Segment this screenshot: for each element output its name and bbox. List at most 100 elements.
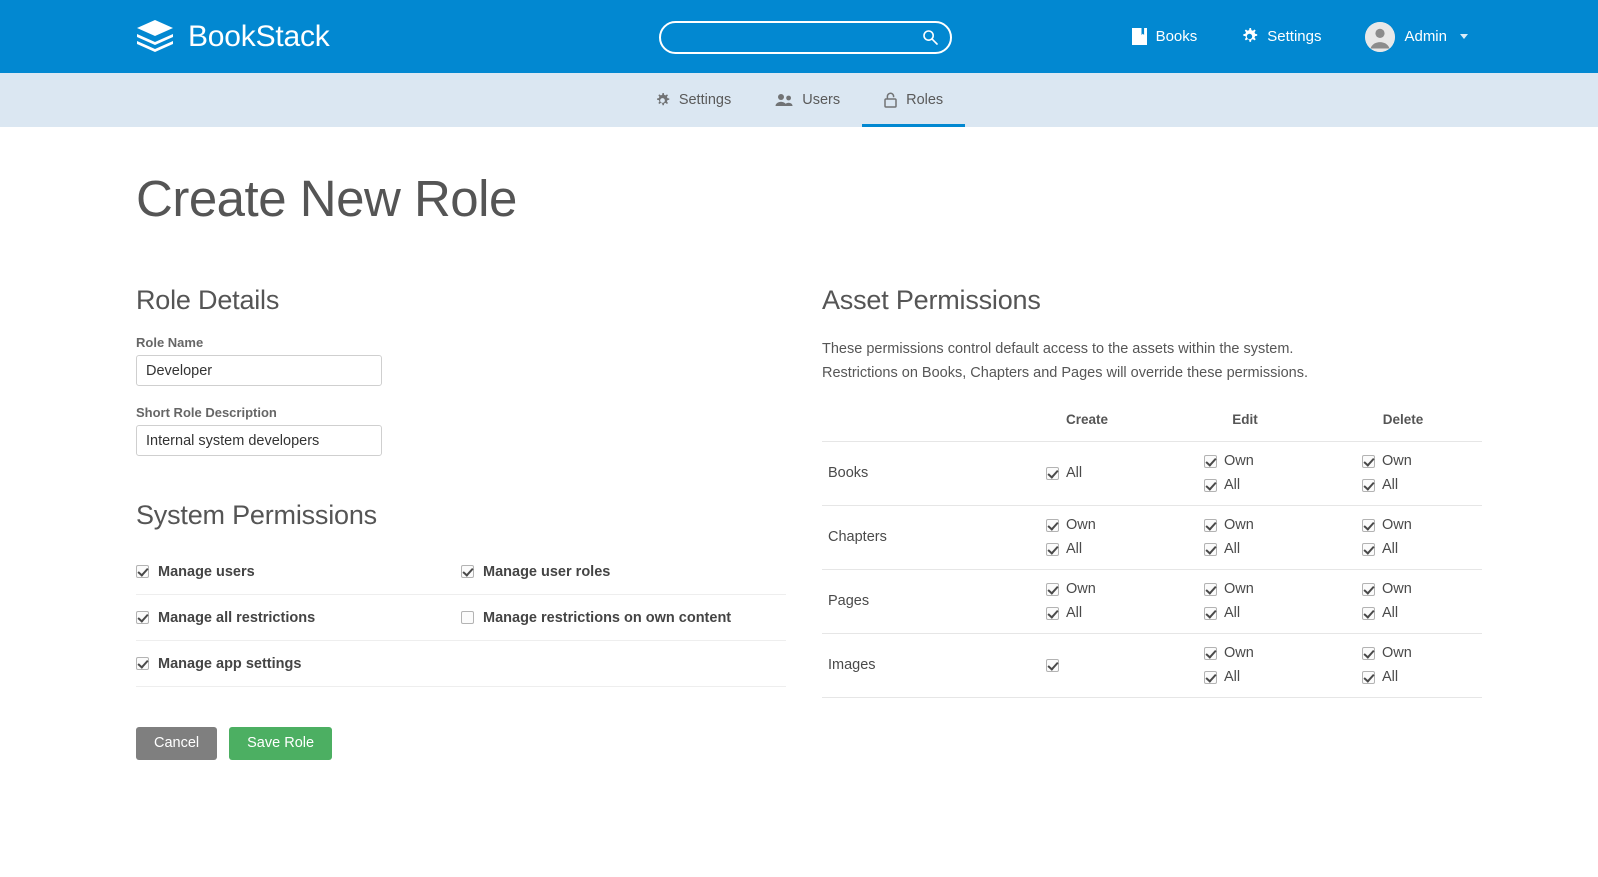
asset-row-name: Pages: [822, 569, 1008, 634]
role-name-label: Role Name: [136, 335, 204, 351]
asset-option-books-create-all: All: [1046, 466, 1082, 481]
tab-roles[interactable]: Roles: [862, 73, 966, 127]
system-permission-cell-manage-user-roles: Manage user roles: [461, 564, 786, 580]
page-content: Create New Role Role Details Role Name S…: [0, 127, 1598, 761]
checkbox-books-edit-own[interactable]: [1204, 454, 1217, 468]
checkbox-chapters-create-all[interactable]: [1046, 543, 1059, 557]
asset-cell-edit: Own All: [1166, 441, 1324, 506]
checkbox-images-edit-own[interactable]: [1204, 646, 1217, 660]
asset-option-label: Own: [1066, 580, 1096, 597]
system-permission-label: Manage user roles: [483, 563, 611, 580]
brand-home-link[interactable]: BookStack: [136, 19, 330, 54]
save-role-button[interactable]: Save Role: [229, 727, 333, 761]
checkbox-images-delete-own[interactable]: [1362, 646, 1375, 660]
asset-cell-edit: Own All: [1166, 569, 1324, 634]
asset-option-images-delete-all: All: [1362, 670, 1398, 685]
checkbox-manage-all-restrictions[interactable]: [136, 611, 149, 625]
asset-table-header-row: Create Edit Delete: [822, 412, 1482, 442]
asset-option-label: All: [1066, 605, 1083, 622]
checkbox-pages-create-own[interactable]: [1046, 582, 1059, 596]
checkbox-chapters-delete-all[interactable]: [1362, 543, 1375, 557]
role-name-field: Role Name: [136, 335, 822, 387]
checkbox-manage-restrictions-on-own-content[interactable]: [461, 611, 474, 625]
search-input[interactable]: [659, 21, 952, 54]
asset-option-stack: [1008, 658, 1166, 672]
asset-table-body: Books All Own All Own All Chapters Own All Own All…: [822, 441, 1482, 698]
checkbox-images-create-toggle[interactable]: [1046, 658, 1059, 672]
checkbox-manage-users[interactable]: [136, 565, 149, 579]
tab-users[interactable]: Users: [753, 73, 862, 127]
asset-option-pages-delete-all: All: [1362, 606, 1398, 621]
asset-option-label: Own: [1382, 580, 1412, 597]
system-permission-cell-manage-app-settings: Manage app settings: [136, 656, 461, 672]
asset-table-header-delete: Delete: [1382, 411, 1424, 427]
system-permission-row: Manage users Manage user roles: [136, 549, 786, 596]
cancel-button[interactable]: Cancel: [136, 727, 218, 761]
asset-option-stack: Own All: [1166, 582, 1324, 621]
asset-option-chapters-delete-all: All: [1362, 542, 1398, 557]
role-name-input[interactable]: [136, 355, 382, 387]
role-description-label: Short Role Description: [136, 405, 277, 421]
checkbox-images-delete-all[interactable]: [1362, 671, 1375, 685]
system-permissions-heading: System Permissions: [136, 500, 377, 531]
system-permission-label: Manage users: [158, 563, 255, 580]
asset-option-label: Own: [1224, 516, 1254, 533]
checkbox-chapters-edit-own[interactable]: [1204, 518, 1217, 532]
asset-option-stack: Own All: [1324, 518, 1482, 557]
checkbox-pages-delete-all[interactable]: [1362, 607, 1375, 621]
checkbox-manage-user-roles[interactable]: [461, 565, 474, 579]
asset-option-images-create-toggle: [1046, 658, 1059, 672]
book-icon: [1131, 28, 1147, 45]
checkbox-pages-edit-all[interactable]: [1204, 607, 1217, 621]
checkbox-pages-delete-own[interactable]: [1362, 582, 1375, 596]
asset-table-row: Chapters Own All Own All Own All: [822, 505, 1482, 570]
asset-option-label: All: [1066, 465, 1083, 482]
role-description-input[interactable]: [136, 425, 382, 457]
users-icon: [775, 93, 793, 107]
gear-icon: [1241, 28, 1258, 45]
asset-cell-edit: Own All: [1166, 505, 1324, 570]
asset-option-pages-edit-all: All: [1204, 606, 1240, 621]
asset-option-label: All: [1224, 605, 1241, 622]
checkbox-books-create-all[interactable]: [1046, 466, 1059, 480]
checkbox-books-edit-all[interactable]: [1204, 479, 1217, 493]
secondary-navigation: Settings Users Roles: [0, 73, 1598, 127]
asset-option-stack: Own All: [1324, 582, 1482, 621]
checkbox-books-delete-own[interactable]: [1362, 454, 1375, 468]
checkbox-manage-app-settings[interactable]: [136, 657, 149, 671]
checkbox-chapters-edit-all[interactable]: [1204, 543, 1217, 557]
asset-option-label: All: [1224, 541, 1241, 558]
tab-settings-label: Settings: [678, 92, 732, 108]
system-permission-label: Manage app settings: [158, 655, 302, 672]
asset-description-line-1: These permissions control default access…: [822, 341, 1294, 358]
asset-option-images-edit-own: Own: [1204, 646, 1254, 661]
brand-name: BookStack: [188, 19, 330, 53]
tab-settings[interactable]: Settings: [633, 73, 753, 127]
tab-roles-label: Roles: [906, 92, 944, 108]
nav-item-settings[interactable]: Settings: [1219, 28, 1343, 45]
asset-cell-create: [1008, 633, 1166, 698]
checkbox-chapters-create-own[interactable]: [1046, 518, 1059, 532]
system-permission-label: Manage all restrictions: [158, 609, 316, 626]
top-navigation: Books Settings Admin: [1110, 0, 1490, 73]
asset-option-label: All: [1224, 477, 1241, 494]
asset-option-images-delete-own: Own: [1362, 646, 1412, 661]
role-details-heading: Role Details: [136, 285, 280, 316]
asset-option-label: All: [1066, 541, 1083, 558]
system-permission-cell-manage-restrictions-on-own-content: Manage restrictions on own content: [461, 610, 786, 626]
asset-option-label: All: [1382, 541, 1399, 558]
asset-table-row: Books All Own All Own All: [822, 441, 1482, 506]
lock-icon: [884, 92, 897, 108]
checkbox-pages-edit-own[interactable]: [1204, 582, 1217, 596]
asset-description-line-2: Restrictions on Books, Chapters and Page…: [822, 365, 1308, 382]
asset-row-name: Images: [822, 633, 1008, 698]
checkbox-pages-create-all[interactable]: [1046, 607, 1059, 621]
asset-table-header-edit: Edit: [1232, 411, 1258, 427]
nav-item-books[interactable]: Books: [1110, 28, 1220, 45]
checkbox-chapters-delete-own[interactable]: [1362, 518, 1375, 532]
asset-option-stack: Own All: [1008, 582, 1166, 621]
checkbox-images-edit-all[interactable]: [1204, 671, 1217, 685]
asset-option-label: Own: [1224, 644, 1254, 661]
user-menu[interactable]: Admin: [1343, 21, 1490, 52]
checkbox-books-delete-all[interactable]: [1362, 479, 1375, 493]
